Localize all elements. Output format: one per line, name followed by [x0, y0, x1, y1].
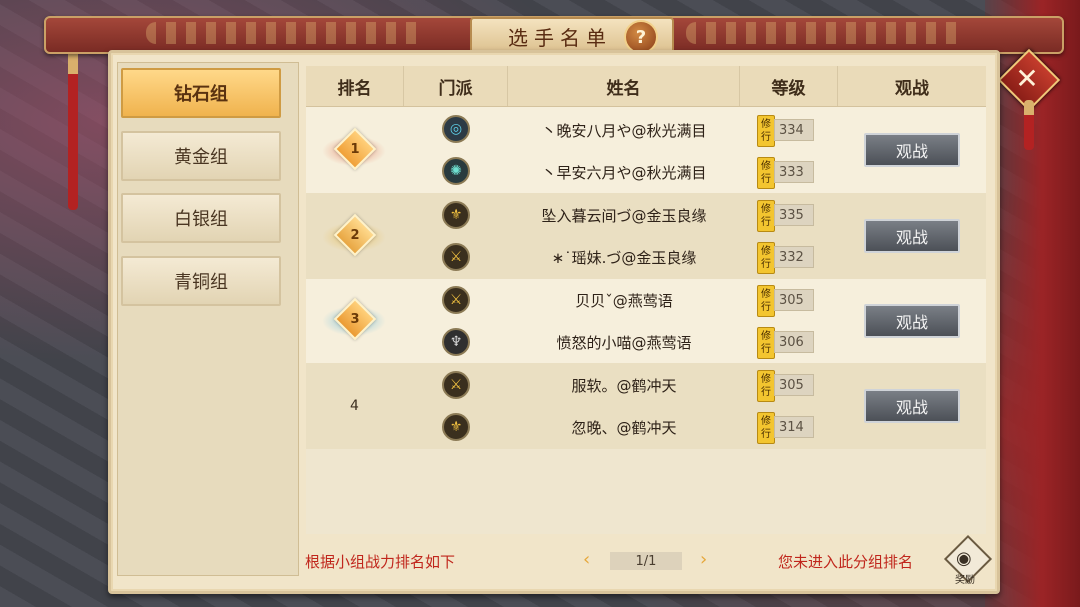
level-tag-icon: 修行 — [757, 242, 775, 274]
rank-4-number: 4 — [350, 398, 359, 414]
header-sect: 门派 — [404, 66, 508, 106]
player-level: 314 — [774, 416, 814, 438]
rank-2-number: 2 — [350, 227, 360, 243]
next-page-button[interactable]: › — [700, 549, 707, 570]
watch-button-team-3[interactable]: 观战 — [864, 304, 960, 338]
header-name: 姓名 — [508, 66, 740, 106]
level-tag-icon: 修行 — [757, 285, 775, 317]
demon-icon: ♆ — [442, 328, 470, 356]
reward-label: 奖励 — [955, 575, 975, 586]
sword-icon: ⚔ — [442, 371, 470, 399]
level-tag-icon: 修行 — [757, 412, 775, 444]
banner-pattern-right — [686, 22, 966, 44]
watch-button-team-2[interactable]: 观战 — [864, 219, 960, 253]
page-title: 选手名单 — [508, 25, 612, 50]
left-tassel-decoration — [68, 40, 78, 210]
rank-3-badge: 3 — [322, 297, 386, 341]
rank-2-badge: 2 — [322, 213, 386, 257]
fleur-icon: ⚜ — [442, 201, 470, 229]
level-tag-icon: 修行 — [757, 327, 775, 359]
eye-icon: ◉ — [956, 548, 972, 569]
group-tab-diamond[interactable]: 钻石组 — [121, 68, 281, 118]
player-level: 332 — [774, 246, 814, 268]
watch-button-team-1[interactable]: 观战 — [864, 133, 960, 167]
header-watch: 观战 — [895, 78, 929, 99]
player-name: 服软。@鹤冲天 — [571, 377, 677, 395]
ring-icon: ◎ — [442, 115, 470, 143]
reward-button[interactable]: ◉ 奖励 — [943, 534, 993, 586]
group-tab-silver[interactable]: 白银组 — [121, 193, 281, 243]
level-tag-icon: 修行 — [757, 157, 775, 189]
player-name: 丶早安六月や@秋光满目 — [541, 164, 707, 182]
fleur-icon: ⚜ — [442, 413, 470, 441]
level-tag-icon: 修行 — [757, 115, 775, 147]
prev-page-button[interactable]: ‹ — [583, 549, 590, 570]
sword-icon: ⚔ — [442, 286, 470, 314]
rank-1-number: 1 — [350, 141, 360, 157]
group-tab-bronze[interactable]: 青铜组 — [121, 256, 281, 306]
player-name: 贝贝ˇ@燕莺语 — [575, 292, 673, 310]
header-level: 等级 — [740, 66, 838, 106]
player-name: 丶晚安八月や@秋光满目 — [541, 122, 707, 140]
player-name: 坠入暮云间づ@金玉良缘 — [541, 207, 707, 225]
level-tag-icon: 修行 — [757, 370, 775, 402]
player-level: 306 — [774, 331, 814, 353]
header-rank: 排名 — [306, 66, 404, 106]
help-button[interactable]: ? — [624, 20, 658, 54]
rank-1-badge: 1 — [322, 127, 386, 171]
player-level: 333 — [774, 161, 814, 183]
right-tassel-decoration — [1024, 100, 1034, 150]
player-level: 335 — [774, 204, 814, 226]
page-indicator: 1/1 — [610, 552, 682, 570]
player-level: 334 — [774, 119, 814, 141]
banner-pattern-left — [146, 22, 426, 44]
player-name: 忽晚、@鹤冲天 — [571, 419, 677, 437]
rank-3-number: 3 — [350, 311, 360, 327]
group-tab-gold[interactable]: 黄金组 — [121, 131, 281, 181]
group-status-note: 您未进入此分组排名 — [778, 553, 914, 571]
ranking-note: 根据小组战力排名如下 — [305, 553, 456, 571]
player-level: 305 — [774, 289, 814, 311]
swirl-icon: ✺ — [442, 157, 470, 185]
player-name: ∗˙瑶妹.づ@金玉良缘 — [551, 249, 697, 267]
close-icon[interactable]: ✕ — [1011, 60, 1043, 96]
level-tag-icon: 修行 — [757, 200, 775, 232]
player-name: 愤怒的小喵@燕莺语 — [556, 334, 692, 352]
watch-button-team-4[interactable]: 观战 — [864, 389, 960, 423]
sword-icon: ⚔ — [442, 243, 470, 271]
player-level: 305 — [774, 374, 814, 396]
